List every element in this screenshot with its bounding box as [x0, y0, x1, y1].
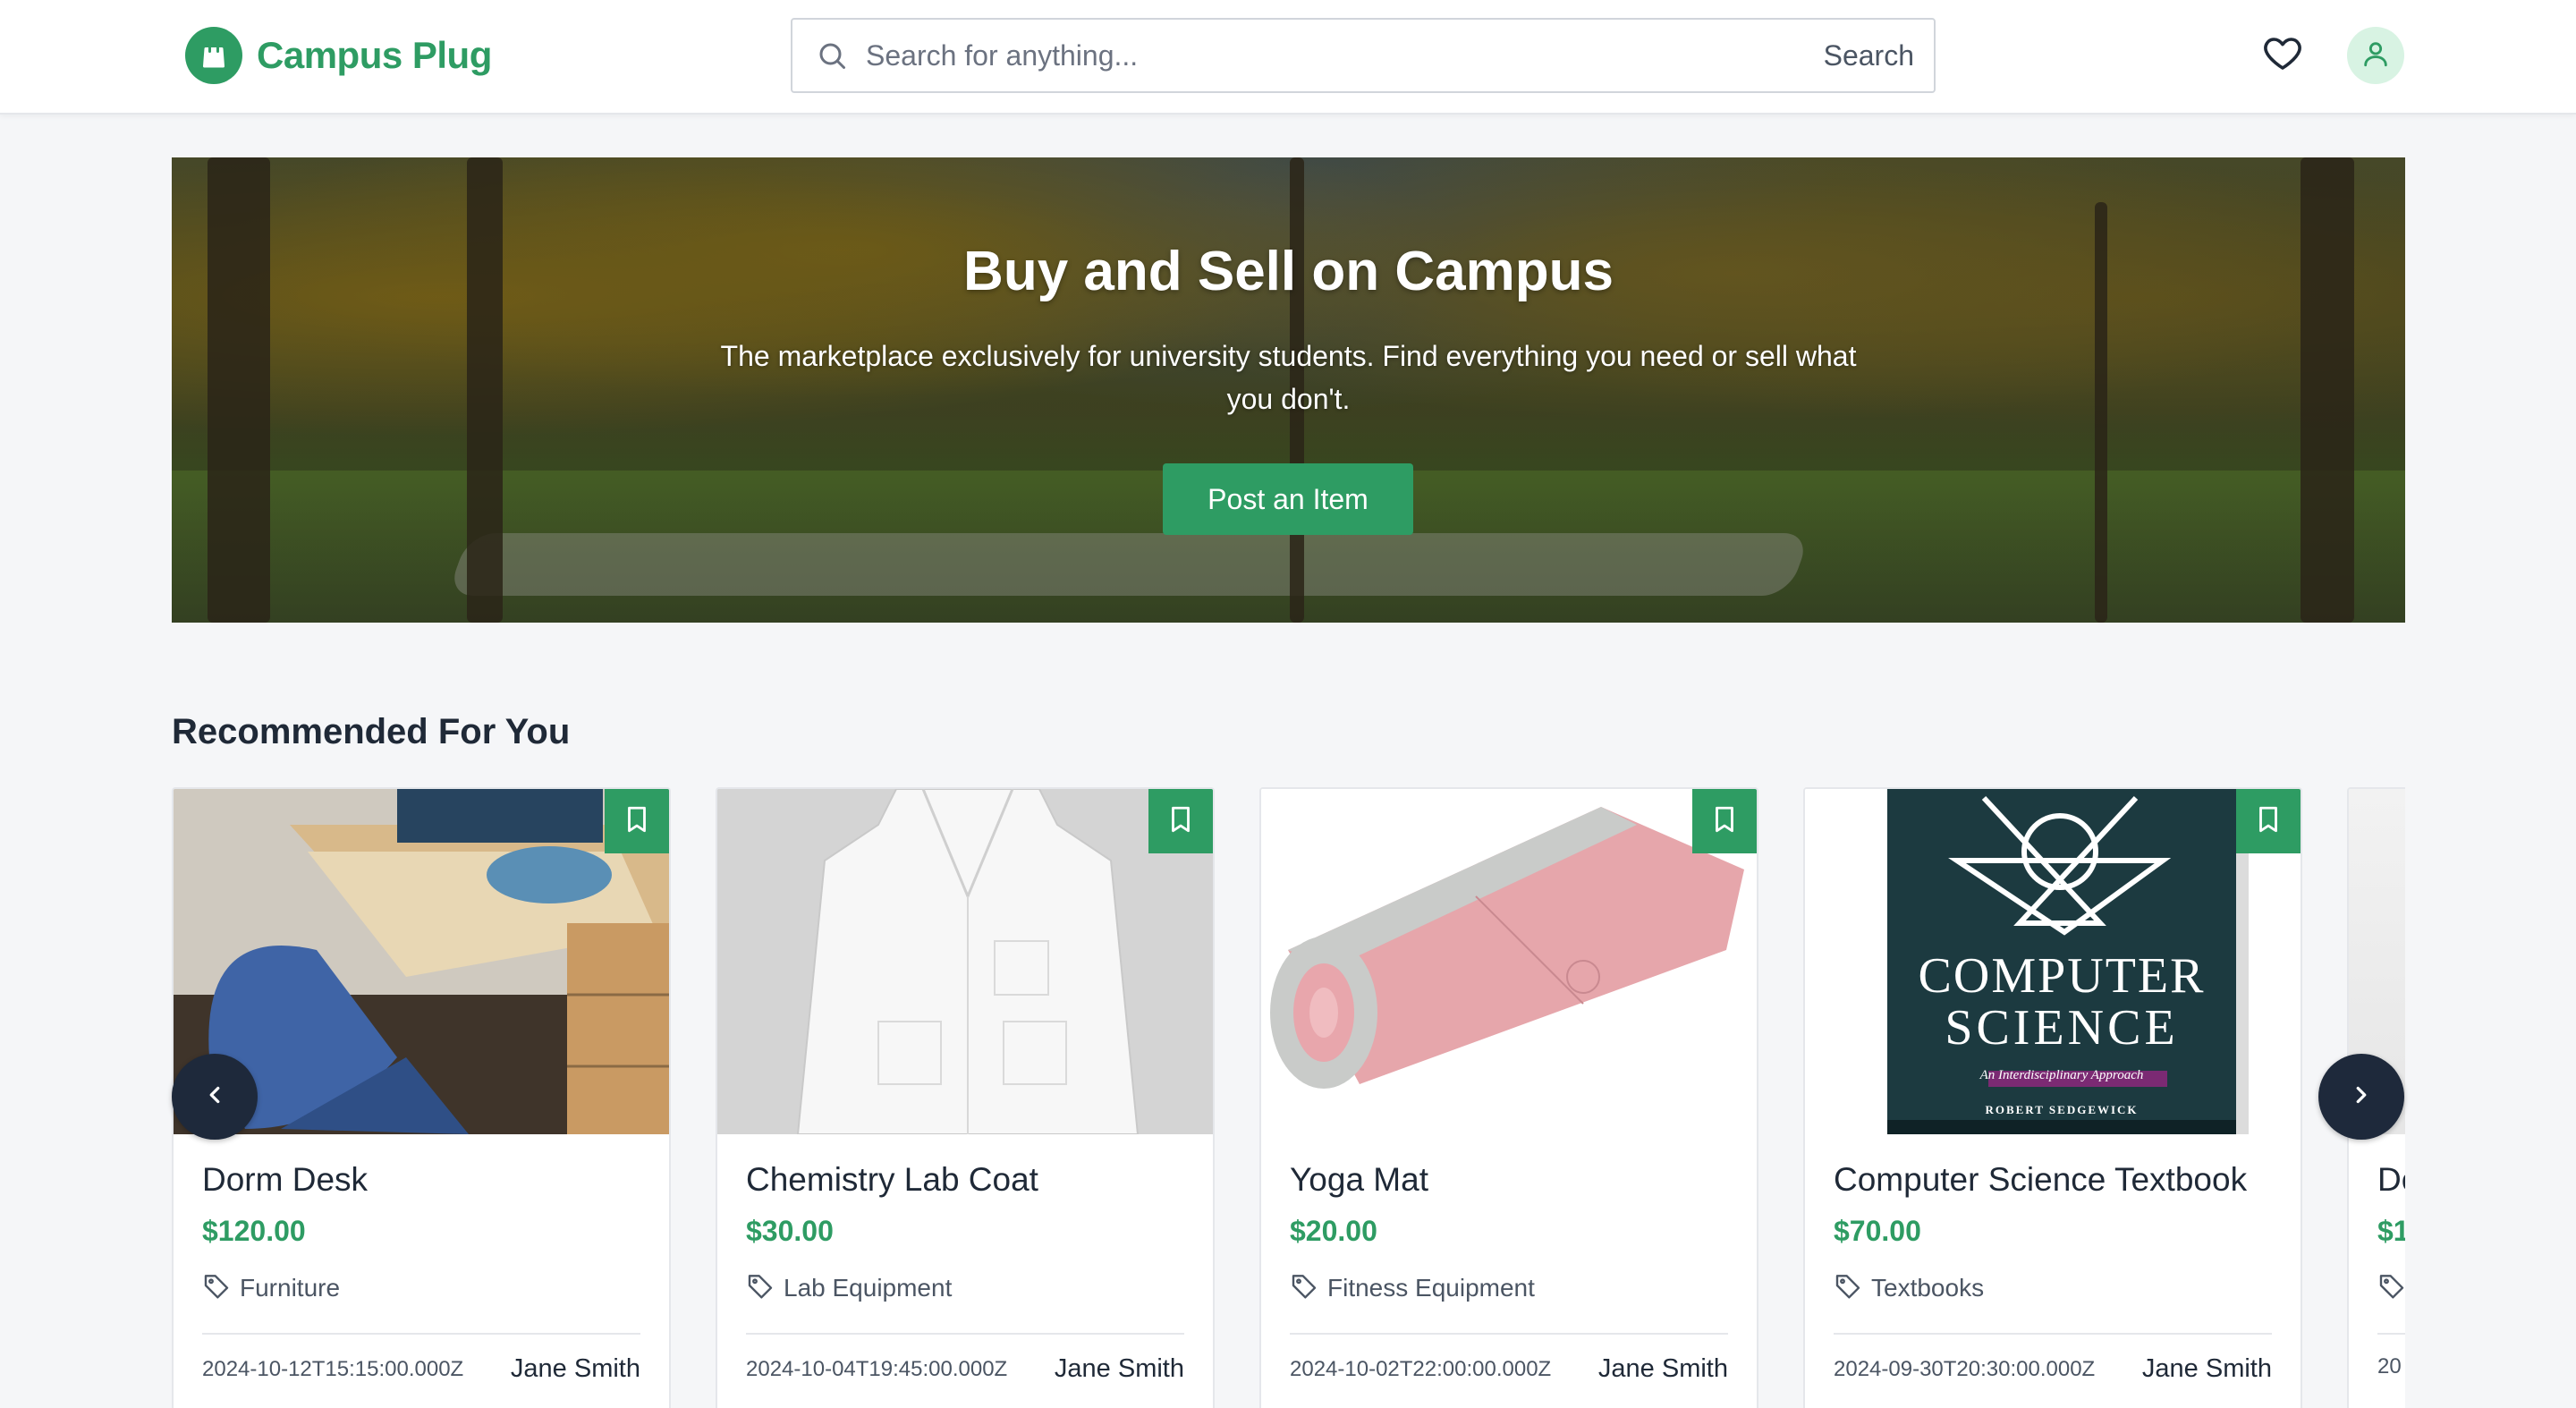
- listing-seller: Jane Smith: [510, 1354, 640, 1383]
- listing-category-label: Fitness Equipment: [1327, 1274, 1535, 1302]
- listing-seller: Jane Smith: [2141, 1354, 2272, 1383]
- search-button[interactable]: Search: [1806, 39, 1934, 72]
- listing-seller: Jane Smith: [1597, 1354, 1728, 1383]
- listing-category-label: Textbooks: [1871, 1274, 1985, 1302]
- shopping-bag-icon: [185, 27, 242, 84]
- book-cover-text: COMPUTER SCIENCE An Interdisciplinary Ap…: [1887, 950, 2236, 1117]
- hero-background-tree: [2301, 157, 2354, 623]
- bookmark-button[interactable]: [1692, 789, 1757, 853]
- search-icon: [814, 38, 850, 73]
- tag-icon: [746, 1271, 775, 1306]
- card-divider: [1290, 1333, 1728, 1335]
- listing-category: Fitness Equipment: [1290, 1270, 1728, 1306]
- hero-background-path: [446, 533, 1811, 596]
- listing-category: Furniture: [202, 1270, 640, 1306]
- listing-title[interactable]: Chemistry Lab Coat: [746, 1161, 1184, 1208]
- listing-date: 2024-10-04T19:45:00.000Z: [746, 1356, 1008, 1381]
- bookmark-icon: [1165, 804, 1196, 839]
- search-bar: Search: [791, 18, 1936, 93]
- favorites-button[interactable]: [2259, 32, 2306, 79]
- hero-background-tree: [208, 157, 270, 623]
- tag-icon: [202, 1271, 231, 1306]
- bookmark-button[interactable]: [605, 789, 669, 853]
- listing-title[interactable]: Dorm Desk: [202, 1161, 640, 1208]
- listing-category: Lab Equipment: [746, 1270, 1184, 1306]
- bookmark-button[interactable]: [1148, 789, 1213, 853]
- listing-date: 2024-09-30T20:30:00.000Z: [1834, 1356, 2096, 1381]
- recommended-carousel: Dorm Desk $120.00 Furniture 2024-10-12T1…: [172, 787, 2405, 1408]
- bookmark-button[interactable]: [2236, 789, 2301, 853]
- listing-seller: Jane Smith: [1054, 1354, 1184, 1383]
- tag-icon: [2377, 1271, 2405, 1306]
- user-icon: [2360, 38, 2391, 73]
- tag-icon: [1290, 1271, 1318, 1306]
- bookmark-icon: [2253, 804, 2284, 839]
- card-divider: [2377, 1333, 2405, 1335]
- search-input[interactable]: [850, 20, 1806, 91]
- listing-price: $20.00: [1290, 1215, 1377, 1247]
- heart-icon: [2261, 32, 2304, 80]
- listing-price: $70.00: [1834, 1215, 1921, 1247]
- listing-title[interactable]: Yoga Mat: [1290, 1161, 1728, 1208]
- listing-image: COMPUTER SCIENCE An Interdisciplinary Ap…: [1805, 789, 2301, 1134]
- listing-category: [2377, 1270, 2405, 1306]
- hero-subtitle: The marketplace exclusively for universi…: [720, 340, 1857, 415]
- listing-title[interactable]: De: [2377, 1161, 2405, 1208]
- book-cover-line: COMPUTER: [1918, 948, 2206, 1004]
- listing-price: $30.00: [746, 1215, 834, 1247]
- bookmark-icon: [622, 804, 652, 839]
- listing-image: [1261, 789, 1757, 1134]
- listing-price: $120.00: [202, 1215, 306, 1247]
- carousel-next-button[interactable]: [2318, 1054, 2404, 1140]
- listing-category-label: Furniture: [240, 1274, 341, 1302]
- listing-card[interactable]: COMPUTER SCIENCE An Interdisciplinary Ap…: [1803, 787, 2302, 1408]
- post-item-button[interactable]: Post an Item: [1163, 463, 1413, 535]
- card-divider: [746, 1333, 1184, 1335]
- listing-price: $1: [2377, 1215, 2405, 1247]
- card-divider: [202, 1333, 640, 1335]
- brand-name: Campus Plug: [257, 34, 492, 76]
- profile-button[interactable]: [2347, 27, 2404, 84]
- hero-background-tree: [467, 157, 503, 623]
- chevron-left-icon: [201, 1081, 228, 1113]
- hero-title: Buy and Sell on Campus: [963, 241, 1614, 302]
- bookmark-icon: [1709, 804, 1740, 839]
- hero-banner: Buy and Sell on Campus The marketplace e…: [172, 157, 2405, 623]
- book-cover-subtitle: An Interdisciplinary Approach: [1979, 1068, 2144, 1082]
- listing-category: Textbooks: [1834, 1270, 2272, 1306]
- listing-category-label: Lab Equipment: [784, 1274, 953, 1302]
- tag-icon: [1834, 1271, 1862, 1306]
- listing-image: [717, 789, 1213, 1134]
- section-title: Recommended For You: [172, 712, 571, 751]
- book-cover-author: ROBERT SEDGEWICK: [1985, 1103, 2139, 1116]
- listing-date: 2024-10-02T22:00:00.000Z: [1290, 1356, 1552, 1381]
- listing-title[interactable]: Computer Science Textbook: [1834, 1161, 2272, 1208]
- listing-date: 20: [2377, 1354, 2402, 1378]
- carousel-prev-button[interactable]: [172, 1054, 258, 1140]
- top-navbar: Campus Plug Search: [0, 0, 2576, 115]
- chevron-right-icon: [2348, 1081, 2375, 1113]
- brand-home-link[interactable]: Campus Plug: [185, 27, 492, 84]
- listing-card[interactable]: Chemistry Lab Coat $30.00 Lab Equipment …: [716, 787, 1215, 1408]
- card-divider: [1834, 1333, 2272, 1335]
- listing-card[interactable]: Yoga Mat $20.00 Fitness Equipment 2024-1…: [1259, 787, 1758, 1408]
- listing-date: 2024-10-12T15:15:00.000Z: [202, 1356, 464, 1381]
- book-cover-line: SCIENCE: [1945, 1000, 2179, 1056]
